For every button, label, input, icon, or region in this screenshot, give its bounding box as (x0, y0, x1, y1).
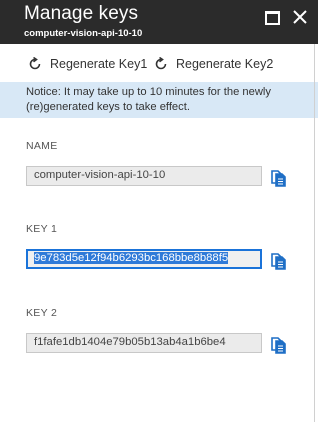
copy-key2-button[interactable] (268, 333, 290, 355)
key2-value: f1fafe1db1404e79b05b13ab4a1b6be4 (34, 336, 226, 348)
name-label: NAME (26, 140, 58, 152)
blade-header: Manage keys computer-vision-api-10-10 (0, 0, 318, 44)
regenerate-key1-label: Regenerate Key1 (50, 57, 148, 71)
close-button[interactable] (292, 8, 310, 26)
command-bar: Regenerate Key1 Regenerate Key2 (0, 48, 318, 78)
regenerate-key2-button[interactable]: Regenerate Key2 (154, 53, 273, 75)
name-value: computer-vision-api-10-10 (34, 169, 166, 181)
blade-title: Manage keys (24, 3, 139, 24)
copy-icon (271, 253, 286, 270)
notice-line-1: Notice: It may take up to 10 minutes for… (26, 86, 271, 98)
notice-banner: Notice: It may take up to 10 minutes for… (0, 82, 318, 118)
maximize-icon (265, 11, 280, 25)
name-field[interactable]: computer-vision-api-10-10 (26, 166, 262, 186)
close-icon (293, 10, 307, 24)
refresh-icon (155, 57, 167, 70)
copy-name-button[interactable] (268, 166, 290, 188)
key2-field[interactable]: f1fafe1db1404e79b05b13ab4a1b6be4 (26, 333, 262, 353)
regenerate-key1-button[interactable]: Regenerate Key1 (28, 53, 147, 75)
key2-label: KEY 2 (26, 307, 58, 319)
panel-border (314, 44, 315, 422)
maximize-button[interactable] (264, 8, 282, 26)
regenerate-key2-label: Regenerate Key2 (176, 57, 274, 71)
blade-subtitle: computer-vision-api-10-10 (24, 28, 143, 39)
key1-field[interactable]: 9e783d5e12f94b6293bc168bbe8b88f5 (26, 249, 262, 269)
notice-line-2: (re)generated keys to take effect. (26, 101, 190, 113)
key1-label: KEY 1 (26, 223, 58, 235)
copy-icon (271, 170, 286, 187)
copy-icon (271, 337, 286, 354)
copy-key1-button[interactable] (268, 249, 290, 271)
refresh-icon (29, 57, 41, 70)
key1-value: 9e783d5e12f94b6293bc168bbe8b88f5 (34, 252, 229, 264)
